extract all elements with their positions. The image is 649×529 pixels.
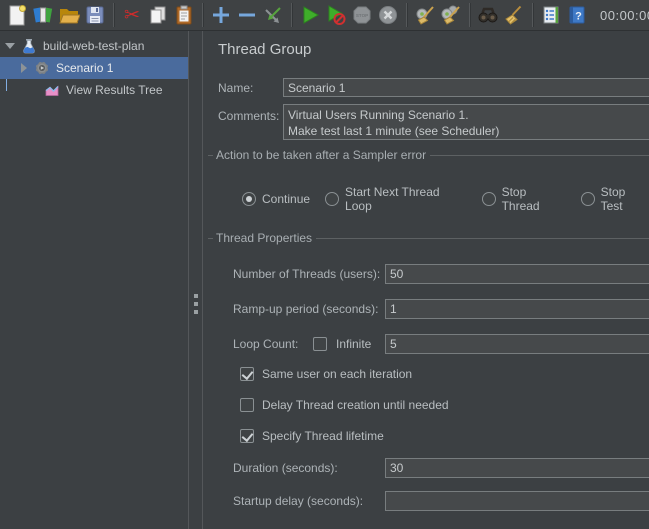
toolbar-separator (406, 3, 407, 27)
test-plan-flask-icon (21, 38, 37, 54)
name-input[interactable] (283, 78, 649, 97)
help-icon[interactable]: ? (564, 2, 590, 28)
toolbar-separator (469, 3, 470, 27)
toolbar-separator (532, 3, 533, 27)
radio-button-icon[interactable] (242, 192, 256, 206)
remove-icon[interactable] (234, 2, 260, 28)
results-chart-icon (44, 82, 60, 98)
num-threads-row: Number of Threads (users): (203, 264, 649, 284)
loop-count-label: Loop Count: (233, 337, 298, 351)
ramp-up-input[interactable] (385, 299, 649, 319)
thread-properties-group-title: Thread Properties (208, 231, 649, 245)
toolbar: ✂ STOP ? 00:00:00 (0, 0, 649, 31)
page-title: Thread Group (218, 41, 311, 58)
new-file-icon[interactable] (4, 2, 30, 28)
search-icon[interactable] (475, 2, 501, 28)
panel-splitter[interactable] (188, 31, 203, 529)
shutdown-icon[interactable] (375, 2, 401, 28)
stop-icon[interactable]: STOP (349, 2, 375, 28)
delay-thread-row[interactable]: Delay Thread creation until needed (240, 398, 449, 412)
ramp-up-row: Ramp-up period (seconds): (203, 299, 649, 319)
splitter-grip-icon[interactable] (194, 294, 198, 318)
num-threads-label: Number of Threads (users): (233, 267, 380, 281)
start-no-pauses-icon[interactable] (323, 2, 349, 28)
infinite-label: Infinite (336, 337, 371, 351)
sampler-error-group-title: Action to be taken after a Sampler error (208, 148, 649, 162)
templates-icon[interactable] (30, 2, 56, 28)
expand-arrow-icon[interactable] (21, 63, 27, 73)
name-label: Name: (218, 81, 253, 95)
thread-group-panel: Thread Group Name: Comments: Action to b… (203, 31, 649, 529)
reset-search-icon[interactable] (501, 2, 527, 28)
duration-row: Duration (seconds): (203, 458, 649, 478)
delay-thread-checkbox[interactable] (240, 398, 254, 412)
loop-count-input[interactable] (385, 334, 649, 354)
comments-input[interactable] (283, 104, 649, 140)
radio-continue[interactable]: Continue (242, 185, 310, 213)
toolbar-separator (113, 3, 114, 27)
open-icon[interactable] (56, 2, 82, 28)
startup-delay-label: Startup delay (seconds): (233, 494, 363, 508)
clear-icon[interactable] (412, 2, 438, 28)
test-plan-tree: build-web-test-plan Scenario 1 View Resu… (0, 31, 188, 529)
same-user-checkbox[interactable] (240, 367, 254, 381)
toolbar-separator (202, 3, 203, 27)
thread-group-gear-icon (34, 60, 50, 76)
copy-icon[interactable] (145, 2, 171, 28)
num-threads-input[interactable] (385, 264, 649, 284)
specify-lifetime-row[interactable]: Specify Thread lifetime (240, 429, 384, 443)
function-helper-icon[interactable] (538, 2, 564, 28)
radio-button-icon[interactable] (325, 192, 339, 206)
tree-item-label: Scenario 1 (56, 61, 113, 75)
tree-item-view-results-tree[interactable]: View Results Tree (0, 79, 188, 101)
infinite-checkbox[interactable] (313, 337, 327, 351)
start-icon[interactable] (297, 2, 323, 28)
duration-label: Duration (seconds): (233, 461, 338, 475)
tree-item-scenario-1[interactable]: Scenario 1 (0, 57, 188, 79)
radio-button-icon[interactable] (482, 192, 496, 206)
elapsed-timer: 00:00:00 (600, 8, 649, 23)
tree-item-test-plan[interactable]: build-web-test-plan (0, 35, 188, 57)
startup-delay-input[interactable] (385, 491, 649, 511)
collapse-arrow-icon[interactable] (5, 43, 15, 49)
sampler-error-options: Continue Start Next Thread Loop Stop Thr… (242, 185, 649, 213)
radio-button-icon[interactable] (581, 192, 595, 206)
radio-start-next-thread-loop[interactable]: Start Next Thread Loop (325, 185, 467, 213)
loop-count-row: Loop Count: Infinite (203, 334, 649, 354)
startup-delay-row: Startup delay (seconds): (203, 491, 649, 511)
ramp-up-label: Ramp-up period (seconds): (233, 302, 378, 316)
toolbar-separator (291, 3, 292, 27)
toggle-icon[interactable] (260, 2, 286, 28)
save-icon[interactable] (82, 2, 108, 28)
comments-label: Comments: (218, 109, 279, 123)
svg-text:STOP: STOP (356, 13, 368, 18)
specify-lifetime-checkbox[interactable] (240, 429, 254, 443)
tree-item-label: View Results Tree (66, 83, 163, 97)
same-user-row[interactable]: Same user on each iteration (240, 367, 412, 381)
tree-item-label: build-web-test-plan (43, 39, 144, 53)
duration-input[interactable] (385, 458, 649, 478)
radio-stop-test[interactable]: Stop Test (581, 185, 649, 213)
cut-icon[interactable]: ✂ (119, 2, 145, 28)
paste-icon[interactable] (171, 2, 197, 28)
svg-text:?: ? (575, 11, 582, 23)
clear-all-icon[interactable] (438, 2, 464, 28)
add-icon[interactable] (208, 2, 234, 28)
radio-stop-thread[interactable]: Stop Thread (482, 185, 566, 213)
